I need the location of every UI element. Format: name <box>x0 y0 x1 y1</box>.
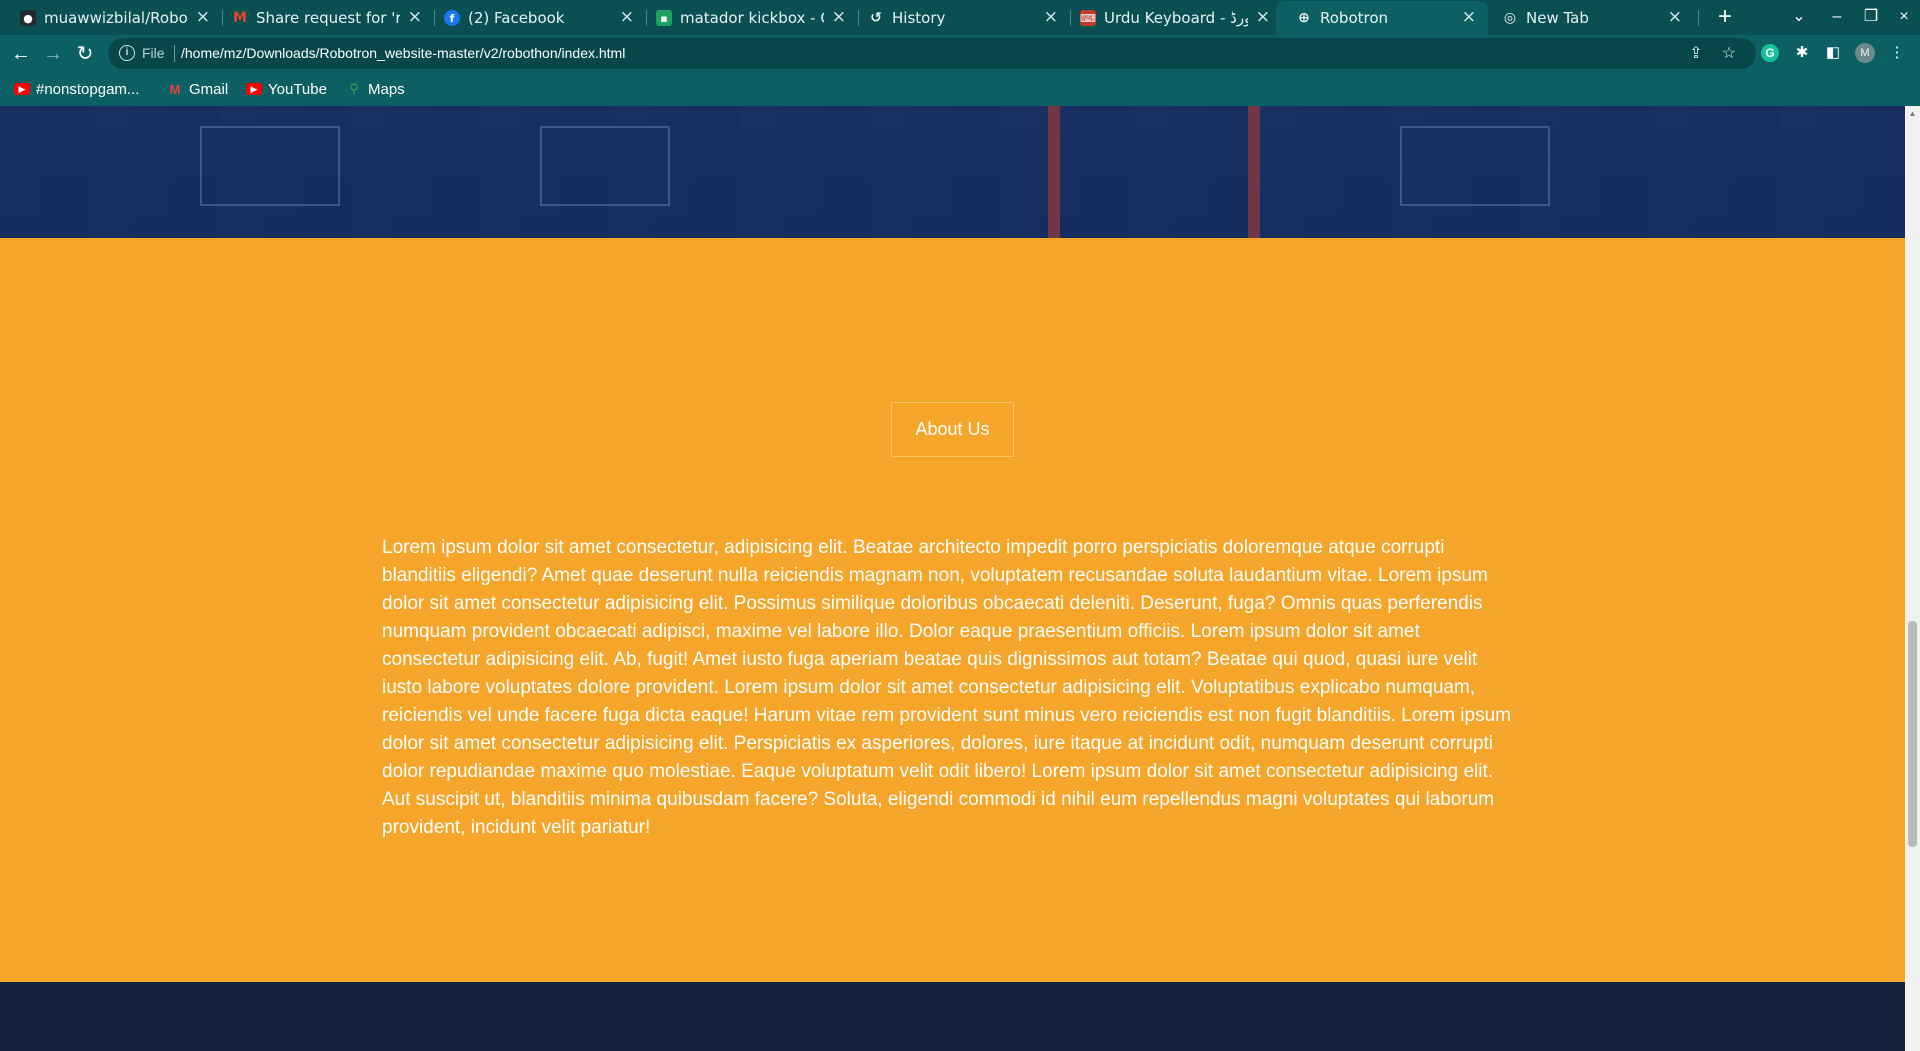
url-text[interactable]: /home/mz/Downloads/Robotron_website-mast… <box>181 45 625 61</box>
profile-avatar[interactable]: M <box>1855 43 1875 63</box>
close-icon[interactable]: × <box>1256 7 1270 27</box>
chrome-icon: ◎ <box>1503 10 1517 26</box>
hero-goal-frame <box>1400 126 1550 206</box>
tab-title: (2) Facebook <box>468 9 565 27</box>
tab-title: New Tab <box>1526 9 1589 27</box>
tab-search-chevron-icon[interactable]: ⌄ <box>1784 4 1814 30</box>
info-icon[interactable]: i <box>119 45 135 61</box>
toolbar: ← → ↻ i File /home/mz/Downloads/Robotron… <box>0 35 1920 72</box>
extensions-puzzle-icon[interactable]: ✱ <box>1790 41 1814 65</box>
chat-icon: ▪ <box>656 10 672 26</box>
tab-gmail-share[interactable]: M Share request for 'robothon' × <box>212 1 434 34</box>
hero-pole <box>1048 106 1060 238</box>
hero-goal-frame <box>540 126 670 206</box>
tab-urdu-keyboard[interactable]: ⌨ Urdu Keyboard - اردو کی بورڈ × <box>1060 1 1282 34</box>
back-icon[interactable]: ← <box>6 39 36 69</box>
close-icon[interactable]: × <box>408 7 422 27</box>
share-icon[interactable]: ⇪ <box>1685 43 1707 65</box>
close-icon[interactable]: × <box>832 7 846 27</box>
tab-title: matador kickbox - Chat <box>680 9 824 27</box>
youtube-icon: ▶ <box>14 83 30 95</box>
close-icon[interactable]: × <box>1462 7 1476 27</box>
bookmark-label: Maps <box>368 80 405 98</box>
tab-github[interactable]: ● muawwizbilal/Robotron × <box>0 1 222 34</box>
page-viewport: About Us Lorem ipsum dolor sit amet cons… <box>0 106 1905 1051</box>
minimize-icon[interactable]: – <box>1822 4 1852 30</box>
close-icon[interactable]: × <box>1044 7 1058 27</box>
browser-chrome: ● muawwizbilal/Robotron × M Share reques… <box>0 0 1920 106</box>
globe-icon: ⊕ <box>1298 10 1310 26</box>
bookmark-youtube[interactable]: ▶ YouTube <box>246 79 327 99</box>
forward-icon[interactable]: → <box>38 39 68 69</box>
bookmark-label: YouTube <box>268 80 327 98</box>
about-us-button[interactable]: About Us <box>891 402 1014 457</box>
grammarly-extension-icon[interactable]: G <box>1761 44 1779 62</box>
window-close-icon[interactable]: × <box>1889 4 1919 30</box>
tab-title: Urdu Keyboard - اردو کی بورڈ <box>1104 9 1248 27</box>
page-scrollbar[interactable]: ▲ <box>1905 106 1920 1051</box>
scroll-up-icon[interactable]: ▲ <box>1905 106 1920 121</box>
bookmark-maps[interactable]: ⚲ Maps <box>346 79 405 99</box>
tab-title: Share request for 'robothon' <box>256 9 400 27</box>
scroll-thumb[interactable] <box>1908 621 1917 847</box>
address-separator <box>174 45 175 62</box>
tab-strip: ● muawwizbilal/Robotron × M Share reques… <box>0 0 1920 35</box>
tab-chat[interactable]: ▪ matador kickbox - Chat × <box>636 1 858 34</box>
bookmark-gmail[interactable]: M Gmail <box>167 79 229 99</box>
close-icon[interactable]: × <box>196 7 210 27</box>
restore-icon[interactable]: ❐ <box>1856 4 1886 30</box>
tab-facebook[interactable]: f (2) Facebook × <box>424 1 646 34</box>
close-icon[interactable]: × <box>1668 7 1682 27</box>
bookmark-label: Gmail <box>189 80 229 98</box>
tab-title: History <box>892 9 946 27</box>
tab-new-tab[interactable]: ◎ New Tab × <box>1482 1 1694 34</box>
tab-history[interactable]: ↺ History × <box>848 1 1070 34</box>
history-icon: ↺ <box>870 10 882 26</box>
tab-robotron[interactable]: ⊕ Robotron × <box>1276 1 1488 35</box>
tab-title: muawwizbilal/Robotron <box>44 9 188 27</box>
gmail-icon: M <box>169 81 181 97</box>
about-section: About Us Lorem ipsum dolor sit amet cons… <box>0 238 1905 982</box>
menu-kebab-icon[interactable]: ⋮ <box>1885 41 1909 65</box>
tab-title: Robotron <box>1320 9 1389 27</box>
hero-goal-frame <box>200 126 340 206</box>
bookmark-label: #nonstopgam... <box>36 80 140 98</box>
about-paragraph: Lorem ipsum dolor sit amet consectetur, … <box>382 537 1511 838</box>
hero-pole <box>1248 106 1260 238</box>
facebook-icon: f <box>444 10 460 26</box>
bookmarks-bar: ▶ #nonstopgam... M Gmail ▶ YouTube ⚲ Map… <box>0 72 1920 106</box>
footer-section <box>0 982 1905 1051</box>
hero-image <box>0 106 1905 238</box>
scheme-label: File <box>142 45 165 61</box>
close-icon[interactable]: × <box>620 7 634 27</box>
tab-separator <box>1698 10 1699 26</box>
side-panel-icon[interactable]: ◧ <box>1821 41 1845 65</box>
keyboard-icon: ⌨ <box>1080 10 1096 26</box>
bookmark-star-icon[interactable]: ☆ <box>1718 43 1740 65</box>
reload-icon[interactable]: ↻ <box>70 39 100 69</box>
bookmark-nonstopgaming[interactable]: ▶ #nonstopgam... <box>14 79 139 99</box>
maps-icon: ⚲ <box>349 81 359 96</box>
youtube-icon: ▶ <box>246 83 262 95</box>
new-tab-button[interactable]: + <box>1710 2 1740 32</box>
github-icon: ● <box>20 10 36 26</box>
address-bar[interactable]: i File /home/mz/Downloads/Robotron_websi… <box>108 38 1756 69</box>
gmail-icon: M <box>233 10 247 26</box>
